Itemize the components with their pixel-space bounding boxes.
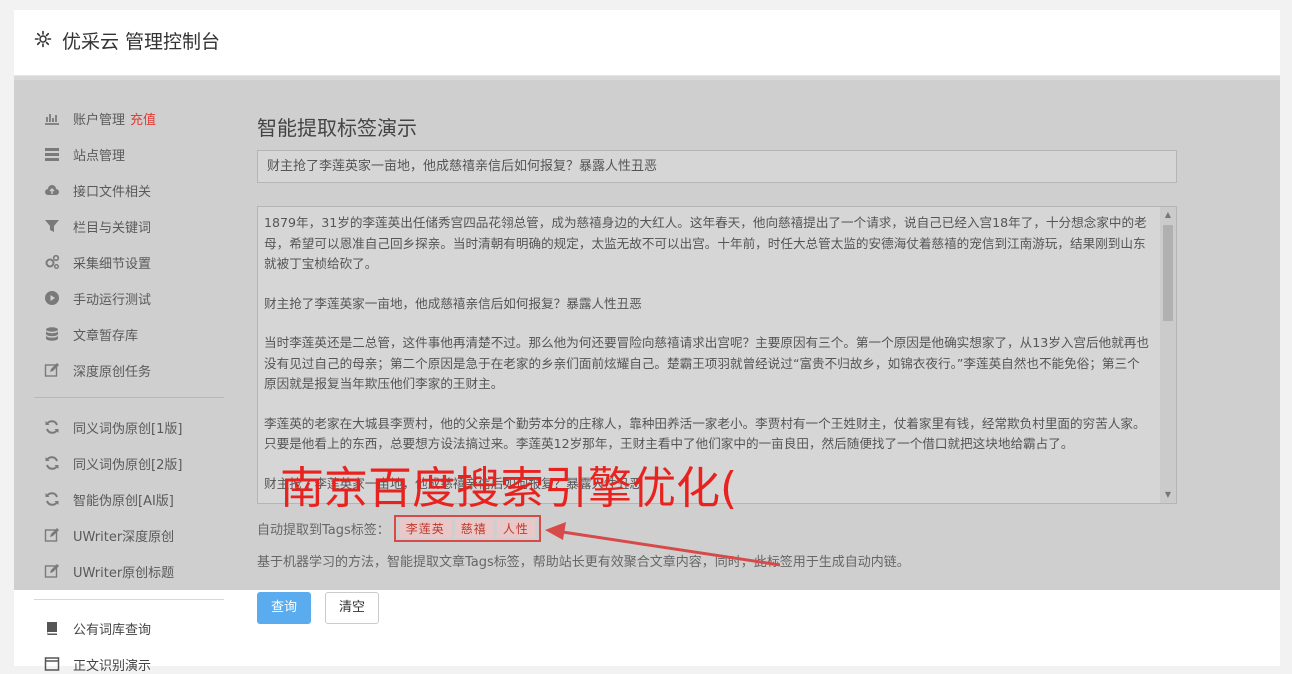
tags-label: 自动提取到Tags标签： — [257, 522, 390, 538]
article-paragraph: 当时李莲英还是二总管，这件事他再清楚不过。那么他为何还要冒险向慈禧请求出宫呢？主… — [264, 335, 1149, 391]
scroll-down-arrow-icon[interactable]: ▼ — [1160, 487, 1176, 503]
sidebar-item-interface[interactable]: 接口文件相关 — [44, 180, 151, 200]
sidebar-item-article-store[interactable]: 文章暂存库 — [44, 324, 138, 344]
sidebar-item-sites[interactable]: 站点管理 — [44, 144, 125, 164]
sidebar-item-public-lexicon[interactable]: 公有词库查询 — [44, 618, 151, 638]
sidebar-item-uwriter-deep[interactable]: UWriter深度原创 — [44, 525, 174, 545]
sidebar-item-label: 同义词伪原创[1版] — [73, 421, 183, 437]
gear-icon — [34, 30, 52, 48]
sidebar-item-label: 文章暂存库 — [73, 328, 139, 344]
bar-chart-icon — [44, 110, 60, 126]
sidebar-item-label: 采集细节设置 — [73, 256, 152, 272]
sidebar-item-synonym-v2[interactable]: 同义词伪原创[2版] — [44, 453, 182, 473]
cloud-upload-icon — [44, 182, 60, 198]
article-paragraph: 李莲英的老家在大城县李贾村，他的父亲是个勤劳本分的庄稼人，靠种田养活一家老小。李… — [264, 415, 1146, 452]
watermark-overlay-text: 南京百度搜索引擎优化( — [280, 463, 738, 514]
article-paragraph: 财主抢了李莲英家一亩地，他成慈禧亲信后如何报复？暴露人性丑恶 — [264, 295, 642, 311]
list-icon — [44, 146, 60, 162]
sidebar-item-uwriter-title[interactable]: UWriter原创标题 — [44, 561, 174, 581]
recharge-link[interactable]: 充值 — [130, 109, 156, 128]
sidebar-item-label: 正文识别演示 — [73, 658, 152, 674]
sidebar-item-text-recognition[interactable]: 正文识别演示 — [44, 654, 151, 674]
footer-area — [14, 590, 1280, 666]
sidebar-item-label: UWriter原创标题 — [73, 565, 175, 581]
clear-button[interactable]: 清空 — [325, 592, 379, 624]
sidebar-item-label: 账户管理 — [73, 112, 126, 128]
sidebar-item-label: 深度原创任务 — [73, 364, 152, 380]
scroll-thumb[interactable] — [1163, 225, 1173, 321]
play-icon — [44, 290, 60, 306]
sidebar-item-label: 智能伪原创[AI版] — [73, 493, 174, 509]
sidebar-item-label: 公有词库查询 — [73, 622, 152, 638]
sidebar-item-columns[interactable]: 栏目与关键词 — [44, 216, 151, 236]
sidebar-item-label: 栏目与关键词 — [73, 220, 152, 236]
refresh-icon — [44, 455, 60, 471]
section-title: 智能提取标签演示 — [257, 116, 417, 140]
edit-icon — [44, 362, 60, 378]
sidebar-item-label: 接口文件相关 — [73, 184, 152, 200]
edit-icon — [44, 527, 60, 543]
sidebar-item-manual-run[interactable]: 手动运行测试 — [44, 288, 151, 308]
gears-icon — [44, 254, 60, 270]
sidebar-divider — [34, 599, 224, 600]
title-input[interactable]: 财主抢了李莲英家一亩地，他成慈禧亲信后如何报复？暴露人性丑恶 — [257, 150, 1177, 183]
sidebar-item-label: UWriter深度原创 — [73, 529, 175, 545]
article-paragraph: 1879年，31岁的李莲英出任储秀宫四品花翎总管，成为慈禧身边的大红人。这年春天… — [264, 215, 1147, 271]
scrollbar[interactable]: ▲ ▼ — [1160, 207, 1176, 503]
refresh-icon — [44, 419, 60, 435]
tag-chip[interactable]: 人性 — [496, 518, 535, 538]
database-icon — [44, 326, 60, 342]
refresh-icon — [44, 491, 60, 507]
sidebar-item-label: 同义词伪原创[2版] — [73, 457, 183, 473]
page-title: 优采云 管理控制台 — [62, 31, 221, 53]
sidebar-item-deep-original[interactable]: 深度原创任务 — [44, 360, 151, 380]
sidebar-item-label: 站点管理 — [73, 148, 126, 164]
tag-chip[interactable]: 李莲英 — [399, 518, 451, 538]
sidebar-item-label: 手动运行测试 — [73, 292, 152, 308]
book-icon — [44, 620, 60, 636]
tags-highlight-box: 李莲英 慈禧 人性 — [393, 514, 541, 542]
sidebar-divider — [34, 397, 224, 398]
scroll-up-arrow-icon[interactable]: ▲ — [1160, 207, 1176, 223]
tags-row: 自动提取到Tags标签： 李莲英 慈禧 人性 — [257, 514, 541, 542]
header-card: 优采云 管理控制台 — [14, 10, 1280, 76]
sidebar-item-synonym-v1[interactable]: 同义词伪原创[1版] — [44, 417, 182, 437]
sidebar-item-account[interactable]: 账户管理 充值 — [44, 108, 156, 128]
window-icon — [44, 656, 60, 672]
sidebar-item-ai-rewrite[interactable]: 智能伪原创[AI版] — [44, 489, 174, 509]
query-button[interactable]: 查询 — [257, 592, 311, 624]
tag-chip[interactable]: 慈禧 — [454, 518, 493, 538]
edit-icon — [44, 563, 60, 579]
sidebar-item-collect-settings[interactable]: 采集细节设置 — [44, 252, 151, 272]
filter-icon — [44, 218, 60, 234]
description-text: 基于机器学习的方法，智能提取文章Tags标签，帮助站长更有效聚合文章内容，同时，… — [257, 555, 910, 570]
